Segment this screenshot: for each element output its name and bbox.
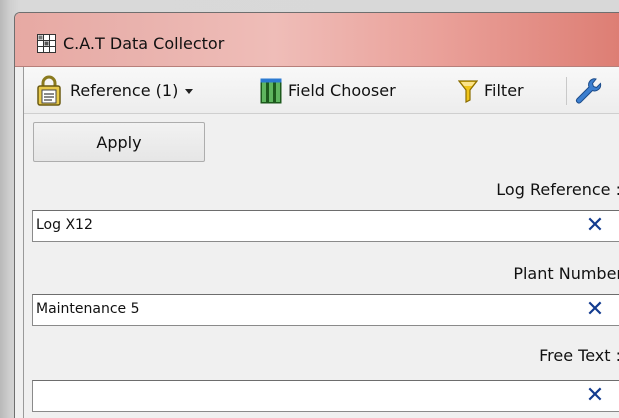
- field-chooser-button[interactable]: Field Chooser: [260, 67, 396, 114]
- tools-button[interactable]: [574, 67, 602, 114]
- lock-document-icon: [37, 75, 61, 106]
- title-bar[interactable]: C.A.T Data Collector: [15, 13, 619, 67]
- clear-x-icon[interactable]: ✕: [584, 298, 606, 322]
- grid-app-icon: [37, 34, 56, 53]
- field-chooser-label: Field Chooser: [288, 81, 396, 100]
- reference-label: Reference (1): [70, 81, 179, 100]
- free-text-label: Free Text :: [539, 346, 619, 365]
- clear-x-icon[interactable]: ✕: [584, 214, 606, 238]
- free-text-field[interactable]: ✕: [32, 380, 619, 412]
- filter-button[interactable]: Filter: [458, 67, 524, 114]
- plant-number-value: Maintenance 5: [36, 301, 140, 317]
- funnel-icon: [458, 79, 478, 103]
- main-panel: Reference (1) Field Chooser Filter Apply…: [23, 67, 619, 418]
- apply-button[interactable]: Apply: [33, 122, 205, 162]
- window-title: C.A.T Data Collector: [63, 34, 225, 53]
- columns-icon: [260, 78, 282, 103]
- chevron-down-icon: [185, 89, 194, 94]
- wrench-icon: [576, 77, 602, 103]
- log-reference-field[interactable]: Log X12 ✕: [32, 210, 619, 242]
- log-reference-label: Log Reference :: [496, 180, 619, 199]
- toolbar-separator: [566, 77, 567, 105]
- filter-label: Filter: [484, 81, 524, 100]
- log-reference-value: Log X12: [36, 217, 93, 233]
- reference-dropdown[interactable]: Reference (1): [36, 67, 194, 114]
- plant-number-field[interactable]: Maintenance 5 ✕: [32, 294, 619, 326]
- form-area: Apply Log Reference : Log X12 ✕ Plant Nu…: [24, 114, 619, 418]
- clear-x-icon[interactable]: ✕: [584, 384, 606, 408]
- app-window: C.A.T Data Collector Reference (1) Field…: [14, 12, 619, 418]
- plant-number-label: Plant Number: [513, 264, 619, 283]
- toolbar: Reference (1) Field Chooser Filter: [24, 67, 619, 114]
